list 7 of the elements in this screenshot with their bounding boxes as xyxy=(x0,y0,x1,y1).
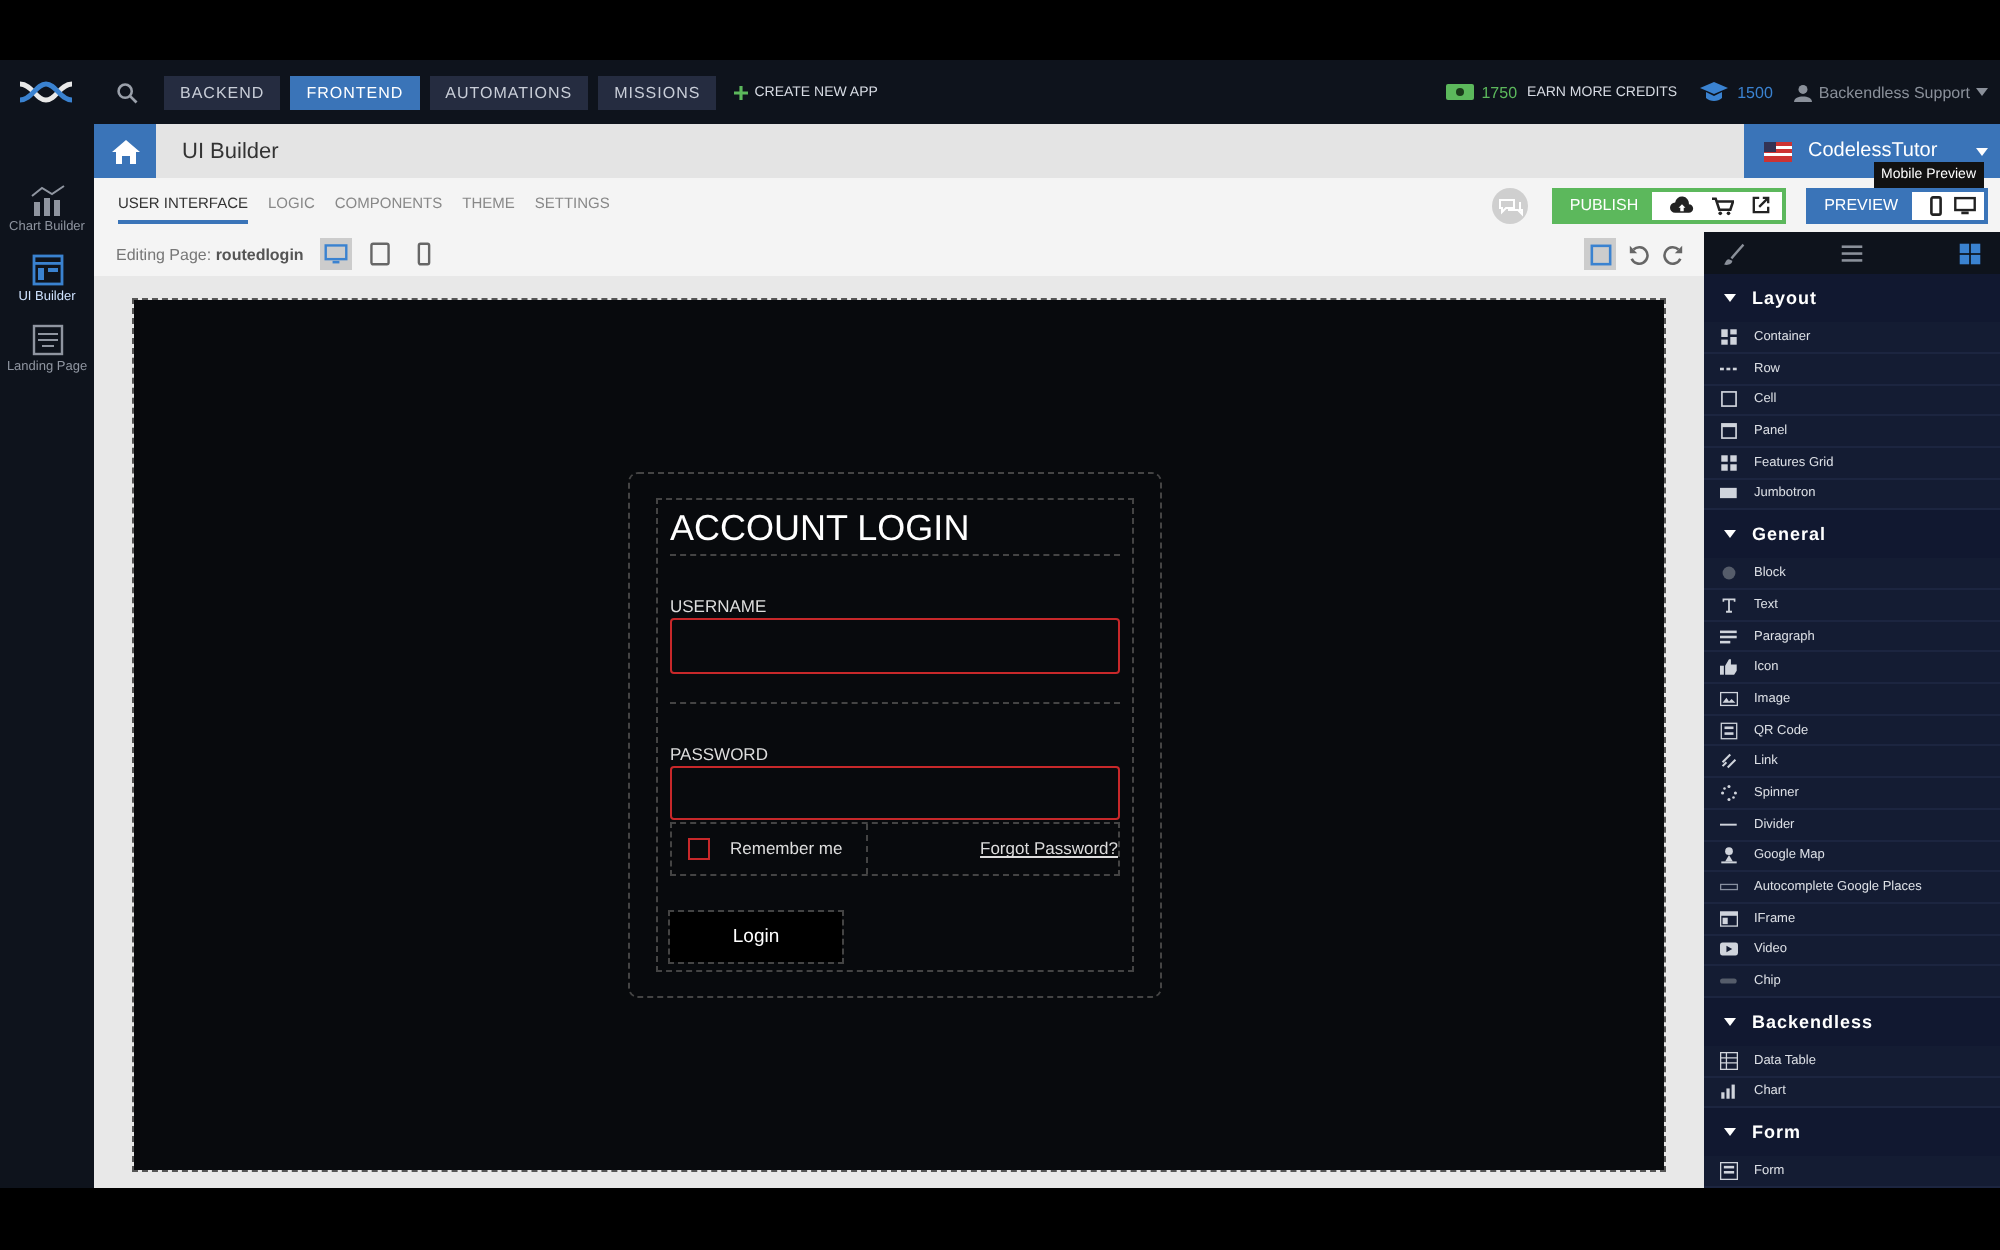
field-label: PASSWORD xyxy=(670,743,768,764)
credits-count: 1750 xyxy=(1481,83,1518,101)
points-count: 1500 xyxy=(1737,83,1773,101)
page-title: UI Builder xyxy=(182,139,281,163)
editing-page-label: Editing Page: routedlogin xyxy=(116,245,304,263)
field-label: USERNAME xyxy=(670,596,767,616)
form-title: ACCOUNT LOGIN xyxy=(670,508,972,550)
